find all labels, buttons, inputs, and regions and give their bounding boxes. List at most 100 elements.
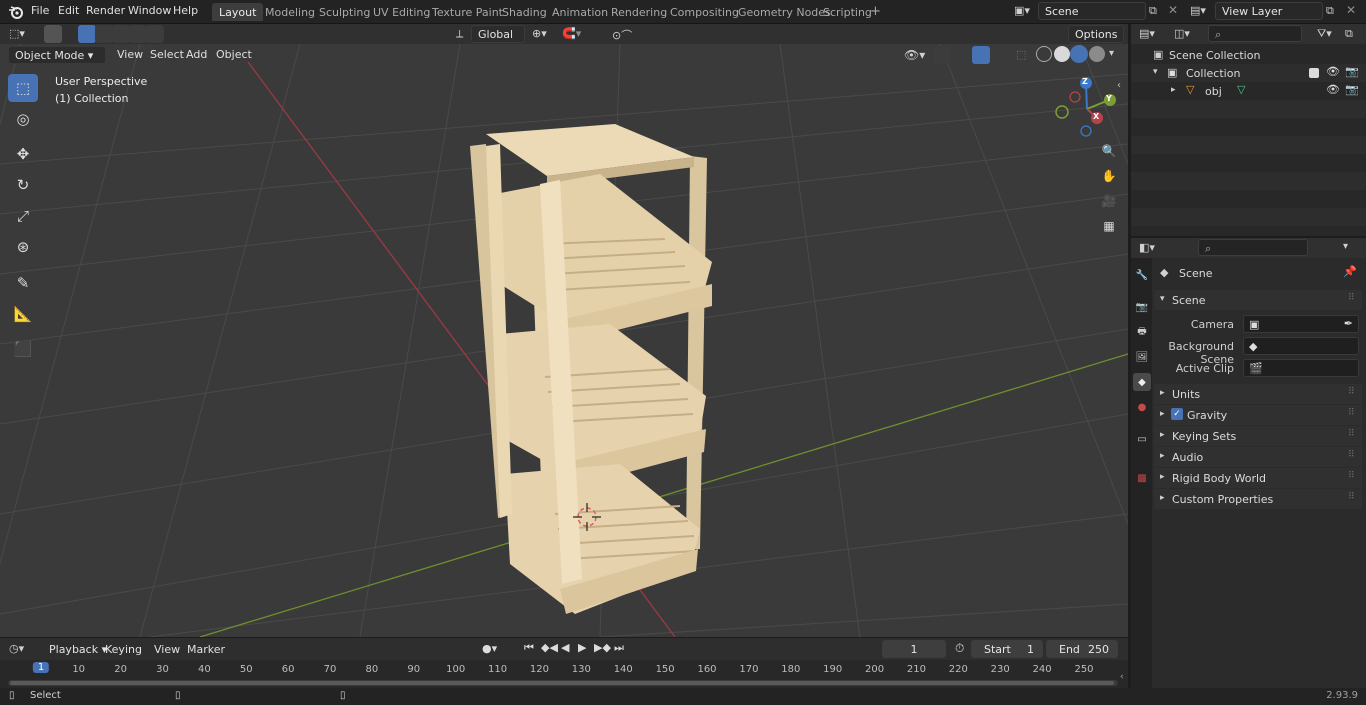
next-keyframe-icon[interactable]: ▶◆ [594,641,611,654]
stopwatch-icon[interactable]: ⏱ [955,641,964,656]
display-mode-icon[interactable]: ◫▾ [1174,27,1190,40]
measure-icon[interactable]: 📐 [8,300,38,328]
current-frame-indicator[interactable]: 1 [32,662,50,673]
select-mode-intersect-icon[interactable] [146,25,164,43]
new-view-layer-icon[interactable]: ⧉ [1326,4,1334,18]
overlay-toggle-icon[interactable] [972,46,990,64]
perspective-toggle-icon[interactable]: ▦ [1098,215,1120,237]
properties-editor-type-icon[interactable]: ◧▾ [1139,241,1155,254]
play-icon[interactable]: ▶ [578,641,586,654]
tab-layout[interactable]: Layout [212,3,264,21]
navigation-gizmo[interactable]: Z Y X [1052,74,1122,140]
render-camera-icon[interactable]: 📷 [1345,65,1359,78]
view-layer-tab-icon[interactable]: 🖼 [1133,348,1151,366]
expand-arrow-icon[interactable]: ▸ [1171,85,1176,95]
rendered-shading-icon[interactable] [1089,46,1105,62]
solid-shading-icon[interactable] [1054,46,1070,62]
editor-type-icon[interactable]: ⬚▾ [9,27,25,40]
blender-logo-icon[interactable] [8,4,24,20]
drag-handle-icon[interactable]: ⠿ [1348,408,1355,418]
eye-icon[interactable]: 👁 [1326,65,1340,78]
mesh-data-icon[interactable]: ▽ [1237,83,1245,96]
timeline-scrollbar[interactable] [8,680,1118,686]
eye-icon[interactable]: 👁 [1326,83,1340,96]
select-mode-extend-icon[interactable] [95,25,113,43]
add-cube-icon[interactable]: ⬛ [8,335,38,363]
exclude-checkbox-icon[interactable] [1309,68,1319,78]
menu-help[interactable]: Help [173,4,198,17]
output-tab-icon[interactable]: 🖶 [1133,323,1151,341]
render-tab-icon[interactable]: 📷 [1133,298,1151,316]
pan-hand-icon[interactable]: ✋ [1098,165,1120,187]
viewport-menu-object[interactable]: Object [216,48,252,61]
material-preview-icon[interactable] [1070,45,1088,63]
prev-keyframe-icon[interactable]: ◆◀ [541,641,558,654]
wireframe-shading-icon[interactable] [1036,46,1052,62]
plus-icon[interactable]: + [870,4,881,19]
view-layer-name-field[interactable]: View Layer [1215,2,1323,20]
expand-arrow-icon[interactable]: ▾ [1153,67,1158,77]
menu-window[interactable]: Window [128,4,171,17]
outliner-search-field[interactable]: ⌕ [1208,25,1302,42]
cursor-icon[interactable]: ◎ [8,105,38,133]
proportional-edit-icon[interactable]: ⊙⌒ [612,27,632,43]
drag-handle-icon[interactable]: ⠿ [1348,492,1355,502]
sidebar-toggle-icon[interactable]: ‹ [1120,672,1124,682]
active-clip-field[interactable]: 🎬 [1243,359,1359,377]
jump-end-icon[interactable]: ⏭ [614,641,624,655]
orientation-dropdown[interactable]: Global [471,25,525,43]
record-icon[interactable]: ●▾ [482,642,497,655]
filter-icon[interactable]: ⛛▾ [1317,27,1332,41]
sidebar-toggle-icon[interactable]: ‹ [1117,80,1121,91]
viewport-menu-select[interactable]: Select [150,48,184,61]
timeline-menu-view[interactable]: View [154,643,180,656]
select-mode-invert-icon[interactable] [129,25,147,43]
drag-handle-icon[interactable]: ⠿ [1348,450,1355,460]
close-icon[interactable]: ✕ [1346,3,1356,17]
new-collection-icon[interactable]: ⧉ [1345,27,1353,41]
camera-field[interactable]: ▣ ✒ [1243,315,1359,333]
audio-panel-header[interactable]: ▸ Audio ⠿ [1154,447,1362,467]
move-icon[interactable]: ✥ [8,140,38,168]
scene-panel-header[interactable]: ▾ Scene ⠿ [1154,290,1362,310]
gizmo-y-label[interactable]: Y [1106,94,1112,103]
keying-menu[interactable]: Keying ▾ [98,640,148,669]
select-tool-mode-icon[interactable] [44,25,62,43]
gizmo-toggle-icon[interactable] [933,46,951,64]
chevron-down-icon[interactable]: ▾ [1343,241,1348,252]
close-icon[interactable]: ✕ [1168,3,1178,17]
drag-handle-icon[interactable]: ⠿ [1348,429,1355,439]
transform-icon[interactable]: ⊛ [8,233,38,261]
3d-viewport[interactable]: User Perspective (1) Collection ⬚ ◎ ✥ ↻ … [0,44,1128,637]
xray-icon[interactable]: ⬚ [1016,48,1026,61]
timeline-menu-marker[interactable]: Marker [187,643,225,656]
frame-ruler[interactable]: 1 10 20 30 40 50 60 70 80 90 100 110 120 130 140 150 160… [0,660,1128,680]
menu-render[interactable]: Render [86,4,125,17]
timeline-editor-type-icon[interactable]: ◷▾ [9,642,24,655]
end-frame-field[interactable]: End 250 [1046,640,1118,658]
drag-handle-icon[interactable]: ⠿ [1348,387,1355,397]
gizmo-x-label[interactable]: X [1093,112,1099,121]
gizmo-z-label[interactable]: Z [1082,77,1088,86]
viewport-menu-view[interactable]: View [117,48,143,61]
properties-search-field[interactable]: ⌕ [1198,239,1308,256]
select-mode-set-icon[interactable] [78,25,96,43]
scene-tab-icon[interactable]: ◆ [1133,373,1151,391]
scene-name-field[interactable]: Scene [1038,2,1146,20]
texture-tab-icon[interactable]: ▩ [1133,469,1151,487]
keying-sets-panel-header[interactable]: ▸ Keying Sets ⠿ [1154,426,1362,446]
custom-properties-panel-header[interactable]: ▸ Custom Properties ⠿ [1154,489,1362,509]
jump-start-icon[interactable]: ⏮ [524,641,534,655]
scene-selector-icon[interactable]: ▣▾ [1014,4,1030,17]
new-scene-icon[interactable]: ⧉ [1149,4,1157,18]
drag-handle-icon[interactable]: ⠿ [1348,471,1355,481]
gravity-checkbox[interactable]: ✓ [1171,408,1183,420]
timeline-area[interactable]: 1 10 20 30 40 50 60 70 80 90 100 110 120 130 140 150 160… [0,660,1128,688]
zoom-icon[interactable]: 🔍 [1098,140,1120,162]
mode-dropdown[interactable]: Object Mode ▾ [8,46,106,64]
select-box-icon[interactable]: ⬚ [8,74,38,102]
camera-view-icon[interactable]: 🎥 [1098,190,1120,212]
tool-tab-icon[interactable]: 🔧 [1133,266,1151,284]
timeline-scrollbar-thumb[interactable] [10,681,1114,685]
outliner-editor-type-icon[interactable]: ▤▾ [1139,27,1155,40]
